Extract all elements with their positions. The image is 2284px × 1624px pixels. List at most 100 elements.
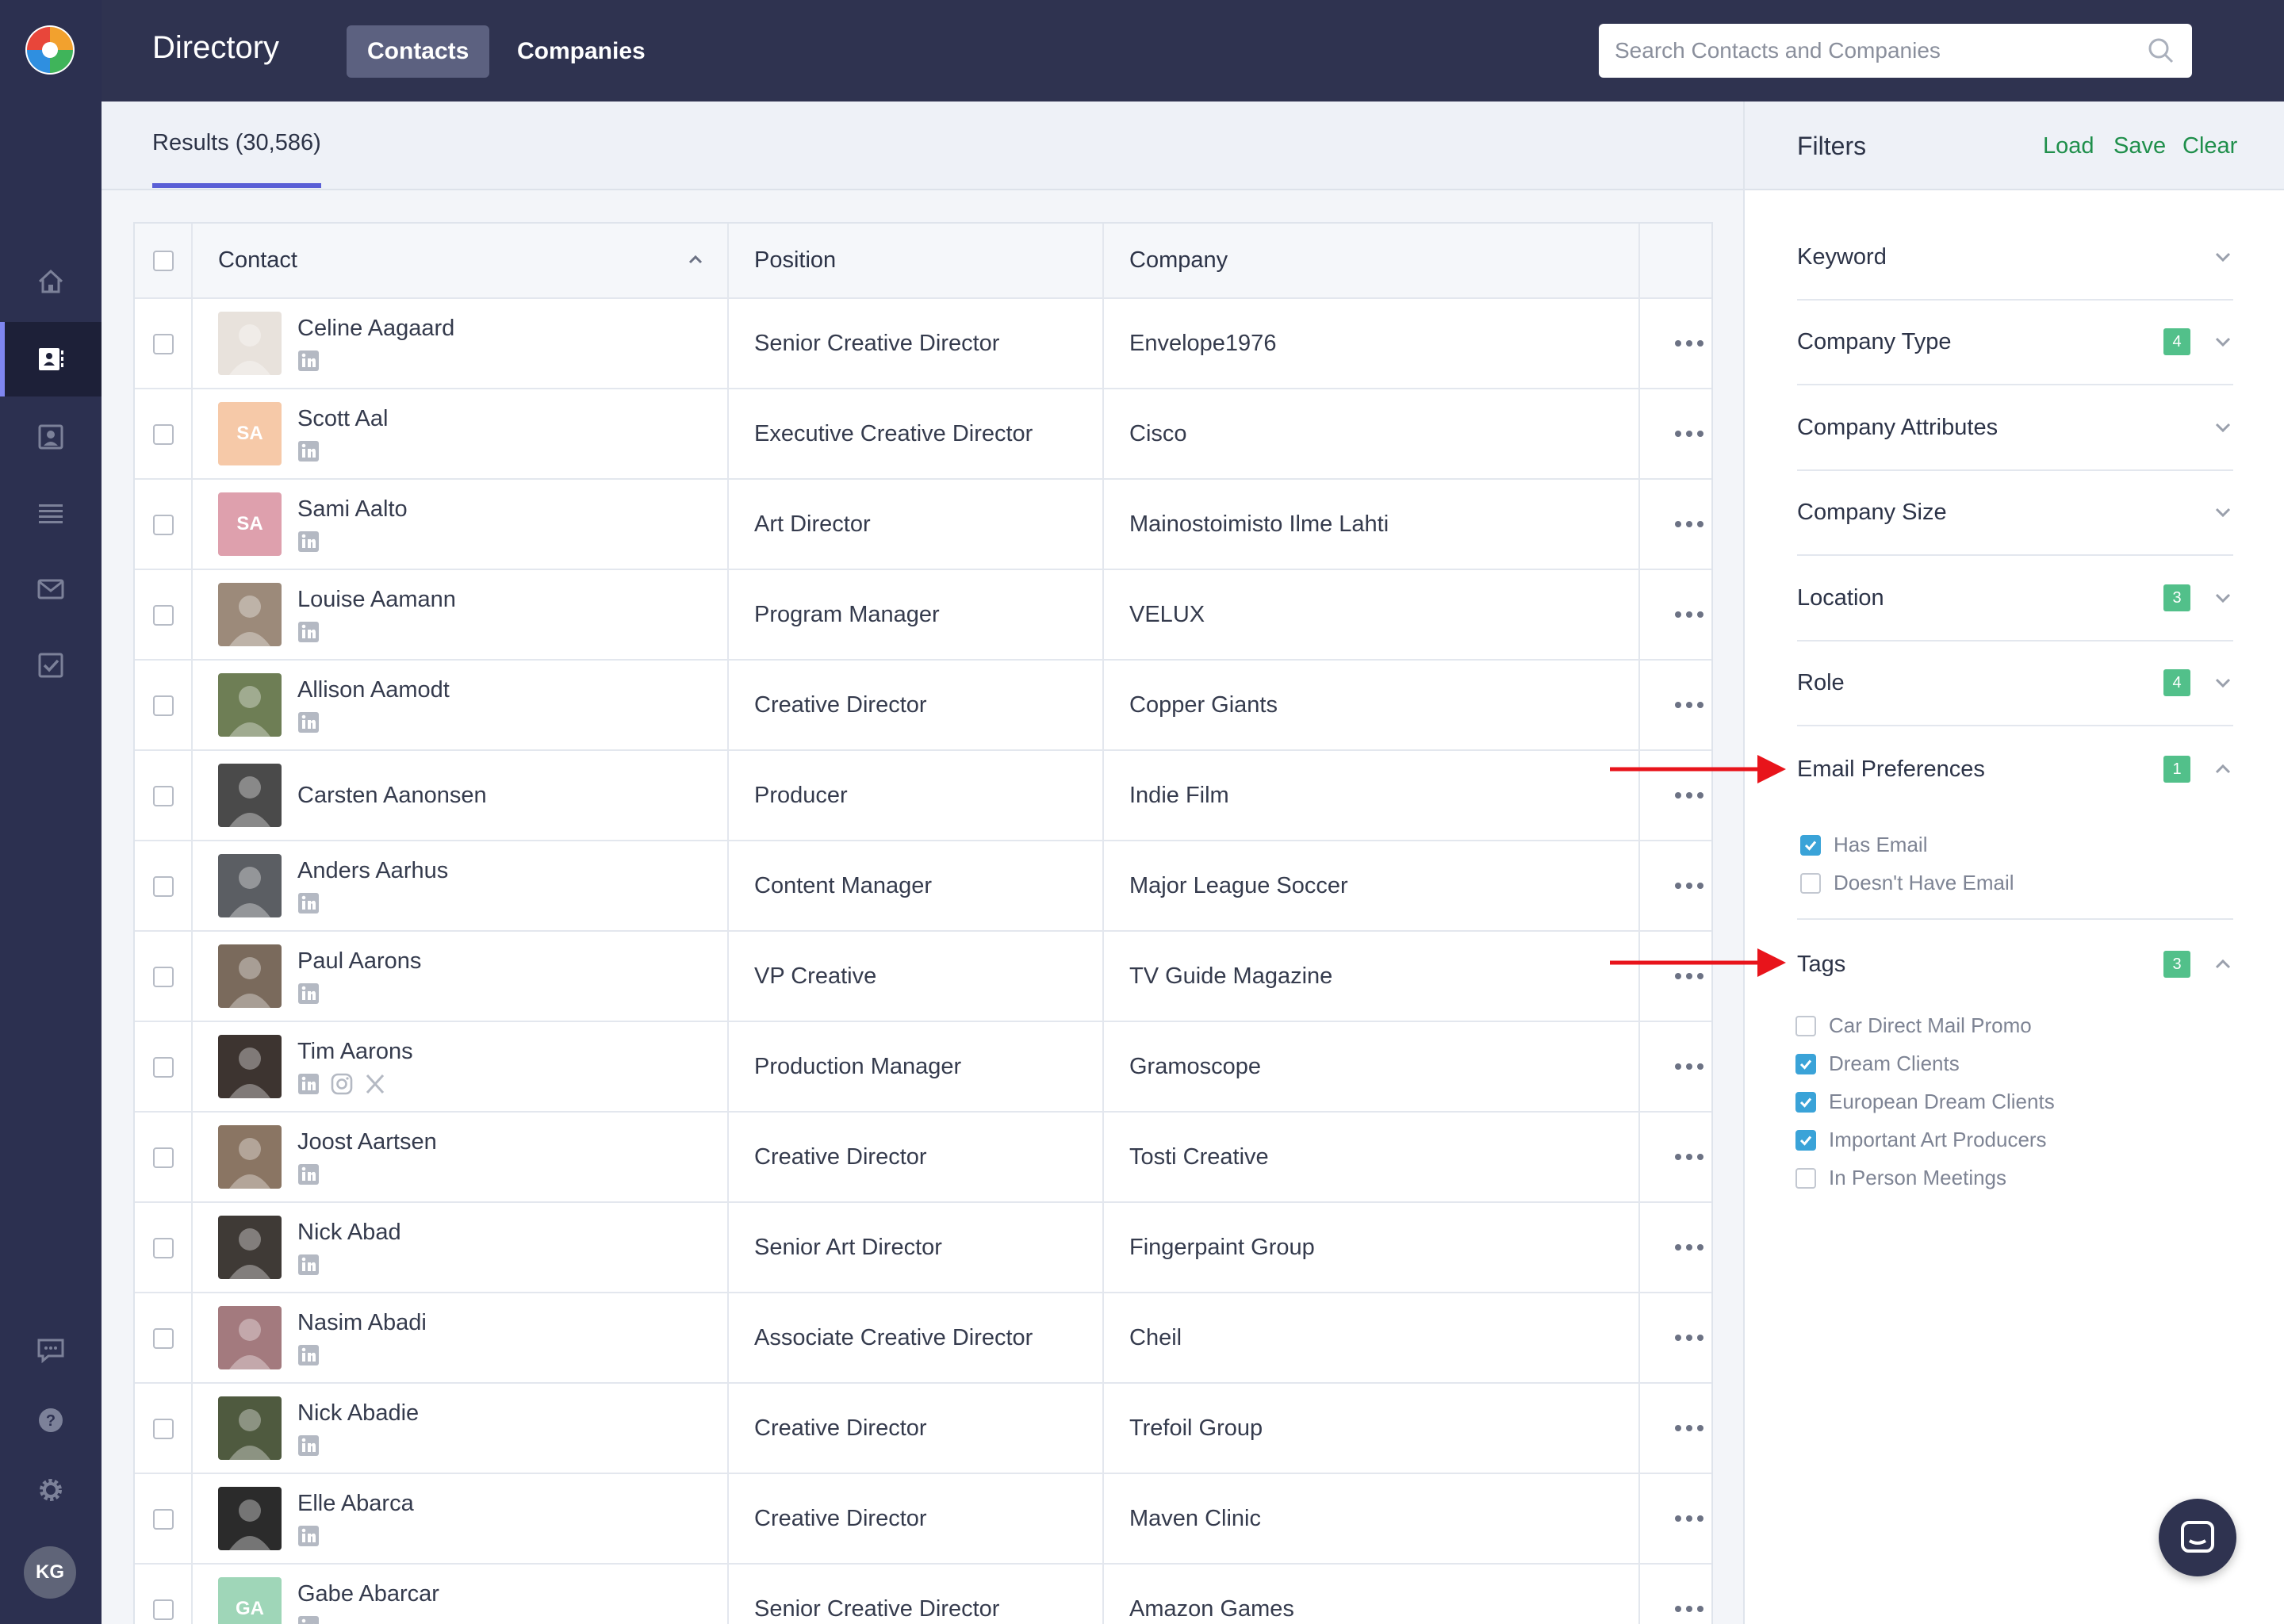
sort-ascending-icon[interactable] (686, 251, 705, 270)
tag-option[interactable]: In Person Meetings (1795, 1166, 2006, 1190)
linkedin-icon[interactable] (297, 892, 320, 914)
tab-contacts[interactable]: Contacts (347, 25, 490, 78)
table-row[interactable]: GA Gabe Abarcar Senior Creative Director… (135, 1564, 1711, 1624)
checkbox[interactable] (1795, 1129, 1816, 1151)
checkbox[interactable] (1800, 872, 1821, 894)
nav-tasks[interactable] (0, 628, 102, 703)
contact-name[interactable]: Nick Abad (297, 1220, 401, 1246)
chevron-up-icon[interactable] (2213, 759, 2233, 779)
table-row[interactable]: Elle Abarca Creative Director Maven Clin… (135, 1473, 1711, 1565)
table-row[interactable]: Allison Aamodt Creative Director Copper … (135, 660, 1711, 751)
user-avatar[interactable]: KG (24, 1546, 76, 1599)
linkedin-icon[interactable] (297, 350, 320, 372)
row-checkbox[interactable] (152, 1056, 174, 1078)
row-checkbox[interactable] (152, 1147, 174, 1168)
more-options-icon[interactable] (1665, 431, 1711, 437)
contact-name[interactable]: Louise Aamann (297, 587, 456, 613)
more-options-icon[interactable] (1665, 792, 1711, 799)
column-header-company[interactable]: Company (1103, 224, 1640, 299)
company-cell[interactable]: Gramoscope (1103, 1021, 1640, 1113)
more-options-icon[interactable] (1665, 1063, 1711, 1070)
row-checkbox[interactable] (152, 1599, 174, 1620)
row-checkbox[interactable] (152, 875, 174, 897)
row-checkbox[interactable] (152, 514, 174, 535)
table-row[interactable]: SA Scott Aal Executive Creative Director… (135, 389, 1711, 480)
clear-filters-link[interactable]: Clear (2182, 133, 2237, 159)
table-row[interactable]: Celine Aagaard Senior Creative Director … (135, 298, 1711, 389)
linkedin-icon[interactable] (297, 1344, 320, 1366)
company-cell[interactable]: Indie Film (1103, 750, 1640, 841)
company-cell[interactable]: Cheil (1103, 1293, 1640, 1384)
table-row[interactable]: Anders Aarhus Content Manager Major Leag… (135, 841, 1711, 932)
contact-name[interactable]: Gabe Abarcar (297, 1581, 439, 1607)
column-header-contact[interactable]: Contact (192, 224, 729, 299)
tab-companies[interactable]: Companies (496, 25, 666, 78)
filter-section-company-attributes[interactable]: Company Attributes (1797, 385, 2233, 471)
checkbox[interactable] (1800, 834, 1821, 856)
company-cell[interactable]: Cisco (1103, 389, 1640, 480)
row-checkbox[interactable] (152, 604, 174, 626)
company-cell[interactable]: Copper Giants (1103, 660, 1640, 751)
company-cell[interactable]: Trefoil Group (1103, 1383, 1640, 1474)
email-option[interactable]: Has Email (1800, 833, 1927, 857)
company-cell[interactable]: Tosti Creative (1103, 1112, 1640, 1203)
chat-launcher-button[interactable] (2159, 1499, 2236, 1576)
contact-name[interactable]: Allison Aamodt (297, 677, 450, 703)
table-row[interactable]: Nick Abad Senior Art Director Fingerpain… (135, 1202, 1711, 1293)
linkedin-icon[interactable] (297, 982, 320, 1005)
table-row[interactable]: Nick Abadie Creative Director Trefoil Gr… (135, 1383, 1711, 1474)
linkedin-icon[interactable] (297, 1254, 320, 1276)
row-checkbox[interactable] (152, 1418, 174, 1439)
company-cell[interactable]: TV Guide Magazine (1103, 931, 1640, 1022)
linkedin-icon[interactable] (297, 1163, 320, 1185)
row-checkbox[interactable] (152, 1327, 174, 1349)
table-row[interactable]: SA Sami Aalto Art Director Mainostoimist… (135, 479, 1711, 570)
contact-name[interactable]: Paul Aarons (297, 948, 421, 975)
more-options-icon[interactable] (1665, 1606, 1711, 1612)
company-cell[interactable]: Envelope1976 (1103, 298, 1640, 389)
row-checkbox[interactable] (152, 1508, 174, 1530)
tag-option[interactable]: Car Direct Mail Promo (1795, 1013, 2032, 1038)
app-logo-icon[interactable] (24, 24, 76, 76)
nav-settings[interactable] (0, 1453, 102, 1527)
more-options-icon[interactable] (1665, 1244, 1711, 1251)
instagram-icon[interactable] (331, 1073, 353, 1095)
table-row[interactable]: Joost Aartsen Creative Director Tosti Cr… (135, 1112, 1711, 1203)
select-all-checkbox[interactable] (152, 251, 174, 272)
table-row[interactable]: Louise Aamann Program Manager VELUX (135, 569, 1711, 661)
nav-home[interactable] (0, 244, 102, 319)
row-checkbox[interactable] (152, 966, 174, 987)
company-cell[interactable]: Maven Clinic (1103, 1473, 1640, 1565)
more-options-icon[interactable] (1665, 883, 1711, 889)
filter-section-role[interactable]: Role 4 (1797, 641, 2233, 726)
more-options-icon[interactable] (1665, 1425, 1711, 1431)
x-icon[interactable] (364, 1073, 386, 1095)
checkbox[interactable] (1795, 1053, 1816, 1074)
chevron-up-icon[interactable] (2213, 954, 2233, 975)
chevron-down-icon[interactable] (2213, 417, 2233, 438)
company-cell[interactable]: VELUX (1103, 569, 1640, 661)
save-filters-link[interactable]: Save (2113, 133, 2166, 159)
linkedin-icon[interactable] (297, 1525, 320, 1547)
row-checkbox[interactable] (152, 423, 174, 445)
company-cell[interactable]: Mainostoimisto Ilme Lahti (1103, 479, 1640, 570)
more-options-icon[interactable] (1665, 1335, 1711, 1341)
nav-profile[interactable] (0, 400, 102, 474)
linkedin-icon[interactable] (297, 621, 320, 643)
tag-option[interactable]: Important Art Producers (1795, 1128, 2047, 1152)
contact-name[interactable]: Nasim Abadi (297, 1310, 427, 1336)
contact-name[interactable]: Celine Aagaard (297, 316, 454, 342)
linkedin-icon[interactable] (297, 1434, 320, 1457)
row-checkbox[interactable] (152, 695, 174, 716)
checkbox[interactable] (1795, 1015, 1816, 1036)
chevron-down-icon[interactable] (2213, 502, 2233, 523)
chevron-down-icon[interactable] (2213, 247, 2233, 267)
row-checkbox[interactable] (152, 1237, 174, 1258)
chevron-down-icon[interactable] (2213, 672, 2233, 693)
results-tab[interactable]: Results (30,586) (152, 130, 321, 188)
company-cell[interactable]: Amazon Games (1103, 1564, 1640, 1624)
nav-help[interactable]: ? (0, 1383, 102, 1457)
company-cell[interactable]: Major League Soccer (1103, 841, 1640, 932)
table-row[interactable]: Paul Aarons VP Creative TV Guide Magazin… (135, 931, 1711, 1022)
contact-name[interactable]: Scott Aal (297, 406, 388, 432)
